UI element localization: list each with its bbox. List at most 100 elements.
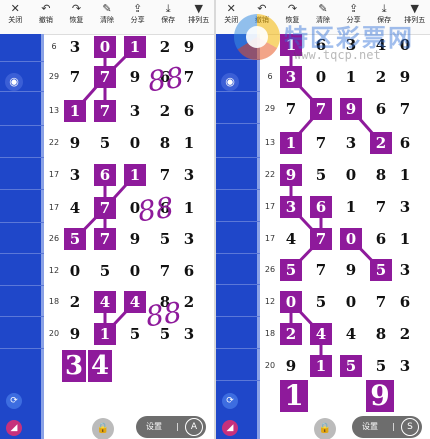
digit-cell[interactable]: 8 xyxy=(370,323,392,345)
digit-cell[interactable]: 7 xyxy=(280,98,302,120)
digit-cell[interactable]: 1 xyxy=(340,196,362,218)
highlighted-digit-cell[interactable]: 4 xyxy=(94,291,116,313)
digit-cell[interactable]: 0 xyxy=(340,291,362,313)
digit-cell[interactable]: 6 xyxy=(394,291,416,313)
settings-button[interactable]: 设置 | S xyxy=(352,416,422,438)
highlighted-digit-cell[interactable]: 7 xyxy=(94,228,116,250)
highlighted-digit-cell[interactable]: 1 xyxy=(124,164,146,186)
refresh-icon[interactable]: ⟳ xyxy=(222,393,238,409)
digit-cell[interactable]: 1 xyxy=(394,164,416,186)
settings-mode-icon[interactable]: A xyxy=(185,418,203,436)
toolbar-share-button[interactable]: ⇪ 分享 xyxy=(338,0,369,34)
digit-cell[interactable]: 5 xyxy=(310,291,332,313)
toolbar-undo-button[interactable]: ↶ 撤销 xyxy=(31,0,62,34)
digit-cell[interactable]: 5 xyxy=(370,355,392,377)
toolbar-redo-button[interactable]: ↷ 恢复 xyxy=(61,0,92,34)
digit-cell[interactable]: 5 xyxy=(310,164,332,186)
highlighted-digit-cell[interactable]: 7 xyxy=(94,100,116,122)
digit-cell[interactable]: 9 xyxy=(178,36,200,58)
digit-cell[interactable]: 9 xyxy=(280,355,302,377)
highlighted-digit-cell[interactable]: 5 xyxy=(64,228,86,250)
digit-cell[interactable]: 6 xyxy=(370,98,392,120)
highlighted-digit-cell[interactable]: 4 xyxy=(124,291,146,313)
digit-cell[interactable]: 2 xyxy=(394,323,416,345)
digit-cell[interactable]: 9 xyxy=(394,66,416,88)
digit-cell[interactable]: 0 xyxy=(340,164,362,186)
digit-cell[interactable]: 3 xyxy=(340,132,362,154)
digit-cell[interactable]: 0 xyxy=(394,34,416,56)
highlighted-digit-cell[interactable]: 3 xyxy=(280,196,302,218)
digit-cell[interactable]: 9 xyxy=(64,323,86,345)
toolbar-close-button[interactable]: ✕ 关闭 xyxy=(0,0,31,34)
digit-cell[interactable]: 5 xyxy=(94,260,116,282)
digit-cell[interactable]: 1 xyxy=(394,228,416,250)
highlighted-digit-cell[interactable]: 7 xyxy=(310,228,332,250)
digit-cell[interactable]: 5 xyxy=(94,132,116,154)
digit-cell[interactable]: 8 xyxy=(154,132,176,154)
digit-cell[interactable]: 3 xyxy=(394,355,416,377)
highlighted-digit-cell[interactable]: 1 xyxy=(280,34,302,56)
digit-cell[interactable]: 4 xyxy=(370,34,392,56)
settings-button[interactable]: 设置 | A xyxy=(136,416,206,438)
digit-cell[interactable]: 6 xyxy=(370,228,392,250)
digit-cell[interactable]: 3 xyxy=(340,34,362,56)
digit-cell[interactable]: 2 xyxy=(178,291,200,313)
digit-cell[interactable]: 7 xyxy=(310,132,332,154)
toolbar-clear-button[interactable]: ✎ 清除 xyxy=(92,0,123,34)
refresh-icon[interactable]: ⟳ xyxy=(6,393,22,409)
digit-cell[interactable]: 3 xyxy=(178,164,200,186)
highlighted-digit-cell[interactable]: 6 xyxy=(94,164,116,186)
digit-cell[interactable]: 9 xyxy=(64,132,86,154)
highlighted-digit-cell[interactable]: 0 xyxy=(94,36,116,58)
highlighted-digit-cell[interactable]: 2 xyxy=(370,132,392,154)
lock-icon[interactable]: 🔒 xyxy=(314,418,336,439)
toolbar-save-button[interactable]: ⤓ 保存 xyxy=(153,0,184,34)
highlighted-digit-cell[interactable]: 9 xyxy=(340,98,362,120)
digit-cell[interactable]: 4 xyxy=(280,228,302,250)
digit-cell[interactable]: 8 xyxy=(370,164,392,186)
digit-cell[interactable]: 0 xyxy=(124,260,146,282)
digit-cell[interactable]: 4 xyxy=(340,323,362,345)
digit-cell[interactable]: 6 xyxy=(178,260,200,282)
digit-cell[interactable]: 3 xyxy=(124,100,146,122)
highlighted-digit-cell[interactable]: 1 xyxy=(310,355,332,377)
digit-cell[interactable]: 7 xyxy=(394,98,416,120)
highlighted-digit-cell[interactable]: 7 xyxy=(94,66,116,88)
highlighted-digit-cell[interactable]: 1 xyxy=(64,100,86,122)
toolbar-share-button[interactable]: ⇪ 分享 xyxy=(122,0,153,34)
digit-cell[interactable]: 6 xyxy=(310,34,332,56)
highlighted-digit-cell[interactable]: 4 xyxy=(310,323,332,345)
digit-cell[interactable]: 7 xyxy=(64,66,86,88)
toolbar-undo-button[interactable]: ↶ 撤销 xyxy=(247,0,278,34)
highlighted-digit-cell[interactable]: 2 xyxy=(280,323,302,345)
digit-cell[interactable]: 2 xyxy=(64,291,86,313)
highlighted-digit-cell[interactable]: 7 xyxy=(94,197,116,219)
digit-cell[interactable]: 1 xyxy=(178,132,200,154)
digit-cell[interactable]: 3 xyxy=(64,36,86,58)
digit-cell[interactable]: 0 xyxy=(310,66,332,88)
highlighted-digit-cell[interactable]: 0 xyxy=(280,291,302,313)
eye-icon[interactable]: ◉ xyxy=(221,73,239,91)
digit-cell[interactable]: 7 xyxy=(154,260,176,282)
digit-cell[interactable]: 2 xyxy=(154,36,176,58)
highlighted-digit-cell[interactable]: 1 xyxy=(280,132,302,154)
digit-cell[interactable]: 3 xyxy=(64,164,86,186)
digit-cell[interactable]: 3 xyxy=(178,228,200,250)
digit-cell[interactable]: 7 xyxy=(370,291,392,313)
highlighted-digit-cell[interactable]: 5 xyxy=(370,259,392,281)
digit-cell[interactable]: 5 xyxy=(124,323,146,345)
highlighted-digit-cell[interactable]: 5 xyxy=(280,259,302,281)
digit-cell[interactable]: 0 xyxy=(64,260,86,282)
eye-icon[interactable]: ◉ xyxy=(5,73,23,91)
digit-cell[interactable]: 7 xyxy=(154,164,176,186)
highlighted-digit-cell[interactable]: 5 xyxy=(340,355,362,377)
toolbar-arrange-five-button[interactable]: ▼ 排列五 xyxy=(183,0,214,34)
digit-cell[interactable]: 7 xyxy=(370,196,392,218)
toolbar-redo-button[interactable]: ↷ 恢复 xyxy=(277,0,308,34)
digit-cell[interactable]: 9 xyxy=(340,259,362,281)
highlighted-digit-cell[interactable]: 3 xyxy=(280,66,302,88)
digit-cell[interactable]: 2 xyxy=(154,100,176,122)
highlighted-digit-cell[interactable]: 9 xyxy=(280,164,302,186)
highlighted-digit-cell[interactable]: 6 xyxy=(310,196,332,218)
digit-cell[interactable]: 4 xyxy=(64,197,86,219)
